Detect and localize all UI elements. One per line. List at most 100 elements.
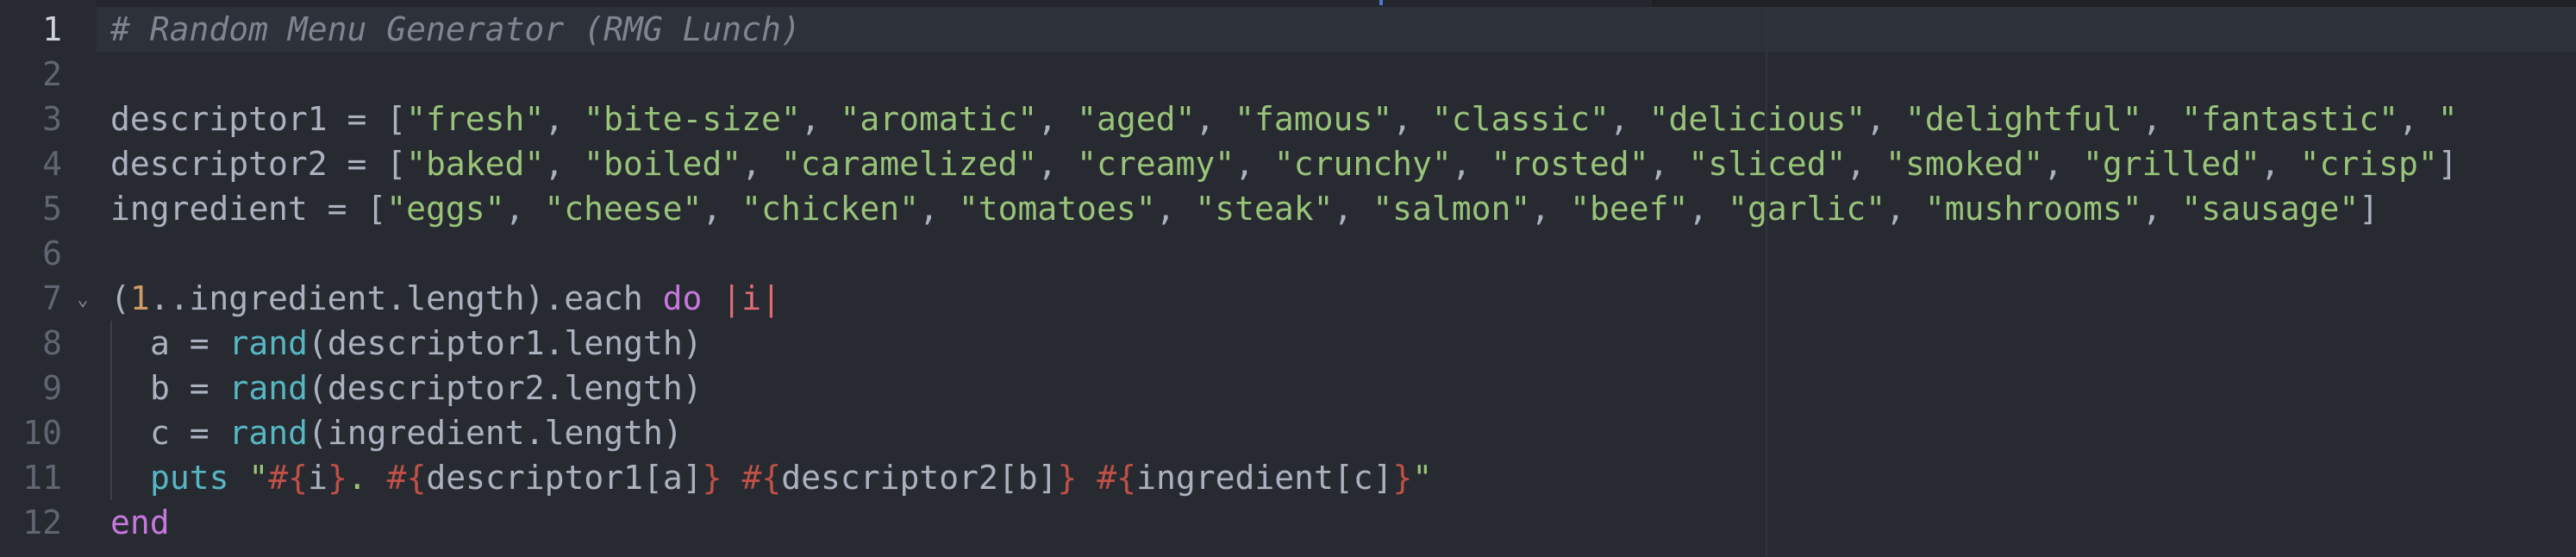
code-line[interactable]: [110, 231, 2576, 276]
token-interp: #{: [386, 459, 427, 497]
token-plain: ,: [1609, 100, 1649, 138]
token-string: ": [1412, 459, 1433, 497]
token-string: "creamy": [1077, 145, 1235, 183]
token-plain: (ingredient.length): [308, 414, 683, 452]
scroll-indicator: [1379, 0, 1383, 5]
token-func: rand: [228, 369, 309, 407]
token-plain: ,: [2141, 100, 2182, 138]
line-number[interactable]: 7: [0, 276, 62, 321]
token-plain: ingredient[c]: [1136, 459, 1393, 497]
token-comment: # Random Menu Generator (RMG Lunch): [110, 10, 801, 48]
token-string: "eggs": [386, 190, 505, 228]
line-number[interactable]: 3: [0, 97, 62, 141]
code-area[interactable]: # Random Menu Generator (RMG Lunch) descr…: [110, 7, 2576, 545]
code-line[interactable]: (1..ingredient.length).each do |i|: [110, 276, 2576, 321]
code-line[interactable]: c = rand(ingredient.length): [110, 410, 2576, 455]
token-plain: ingredient = [: [110, 190, 387, 228]
line-number[interactable]: 2: [0, 52, 62, 97]
token-plain: ,: [2141, 190, 2182, 228]
token-string: "delicious": [1648, 100, 1866, 138]
token-plain: ,: [1885, 190, 1925, 228]
line-number[interactable]: 11: [0, 455, 62, 500]
token-string: "salmon": [1372, 190, 1531, 228]
token-plain: ,: [741, 145, 781, 183]
token-plain: ,: [1866, 100, 1906, 138]
token-plain: ,: [1451, 145, 1491, 183]
token-plain: ,: [1037, 145, 1078, 183]
line-number[interactable]: 10: [0, 410, 62, 455]
code-line[interactable]: end: [110, 500, 2576, 545]
token-string: "bite-size": [584, 100, 801, 138]
token-string: "garlic": [1728, 190, 1886, 228]
token-plain: ]: [2359, 190, 2379, 228]
code-line[interactable]: ingredient = ["eggs", "cheese", "chicken…: [110, 186, 2576, 231]
token-plain: ,: [1333, 190, 1373, 228]
line-number[interactable]: 6: [0, 231, 62, 276]
token-string: "crisp": [2299, 145, 2438, 183]
line-number[interactable]: 12: [0, 500, 62, 545]
line-number[interactable]: 1: [0, 7, 62, 52]
token-string: "tomatoes": [958, 190, 1156, 228]
token-interp: }: [327, 459, 347, 497]
token-func: rand: [228, 414, 309, 452]
token-string: "rosted": [1491, 145, 1649, 183]
token-plain: descriptor1[a]: [426, 459, 703, 497]
token-interp: #{: [1097, 459, 1137, 497]
token-plain: ,: [919, 190, 959, 228]
line-number-gutter[interactable]: 1 2 3 4 5 6 7 8 9 10 11 12: [0, 0, 97, 557]
token-number: 1: [129, 279, 150, 317]
token-string: "grilled": [2082, 145, 2260, 183]
token-plain: ,: [1392, 100, 1432, 138]
token-plain: ..ingredient.length).each: [149, 279, 663, 317]
token-plain: ,: [1688, 190, 1729, 228]
code-line[interactable]: b = rand(descriptor2.length): [110, 366, 2576, 410]
token-string: "classic": [1431, 100, 1610, 138]
token-plain: (descriptor1.length): [308, 324, 703, 362]
line-number[interactable]: 8: [0, 321, 62, 366]
token-plain: ,: [1846, 145, 1886, 183]
code-line[interactable]: puts "#{i}. #{descriptor1[a]} #{descript…: [110, 455, 2576, 500]
indent-guide: [110, 455, 150, 500]
code-line[interactable]: descriptor2 = ["baked", "boiled", "caram…: [110, 141, 2576, 186]
token-string: "sliced": [1688, 145, 1847, 183]
token-plain: (: [110, 279, 130, 317]
token-plain: ,: [1235, 145, 1274, 183]
token-string: "mushrooms": [1924, 190, 2142, 228]
token-string: "boiled": [584, 145, 742, 183]
code-line[interactable]: a = rand(descriptor1.length): [110, 321, 2576, 366]
code-line[interactable]: [110, 52, 2576, 97]
token-plain: ,: [702, 190, 742, 228]
token-plain: (descriptor2.length): [308, 369, 703, 407]
token-string: "aged": [1077, 100, 1196, 138]
token-keyword: do: [662, 279, 703, 317]
token-plain: ]: [2437, 145, 2458, 183]
token-string: "baked": [406, 145, 545, 183]
token-string: "aromatic": [840, 100, 1038, 138]
token-string: "beef": [1570, 190, 1689, 228]
minimap-strip: [1652, 0, 2576, 7]
token-plain: descriptor2 = [: [110, 145, 407, 183]
token-plain: ,: [504, 190, 545, 228]
token-func: rand: [228, 324, 309, 362]
token-plain: ,: [1155, 190, 1196, 228]
token-string: "caramelized": [780, 145, 1038, 183]
editor-top-strip: [0, 0, 2576, 7]
token-plain: c =: [150, 414, 229, 452]
token-string: "smoked": [1885, 145, 2044, 183]
line-number[interactable]: 9: [0, 366, 62, 410]
line-number[interactable]: 4: [0, 141, 62, 186]
token-interp: #{: [268, 459, 309, 497]
token-string: "sausage": [2181, 190, 2360, 228]
token-plain: descriptor2[b]: [781, 459, 1058, 497]
code-line[interactable]: # Random Menu Generator (RMG Lunch): [110, 7, 2576, 52]
token-string: "steak": [1195, 190, 1334, 228]
line-number[interactable]: 5: [0, 186, 62, 231]
chevron-down-icon[interactable]: ⌄: [72, 290, 93, 310]
token-string: [722, 459, 742, 497]
token-interp: }: [1057, 459, 1078, 497]
token-plain: descriptor1 = [: [110, 100, 407, 138]
code-line[interactable]: descriptor1 = ["fresh", "bite-size", "ar…: [110, 97, 2576, 141]
indent-guide: [110, 410, 150, 455]
code-editor[interactable]: 1 2 3 4 5 6 7 8 9 10 11 12 ⌄ # Random Menu Generato…: [0, 0, 2576, 557]
